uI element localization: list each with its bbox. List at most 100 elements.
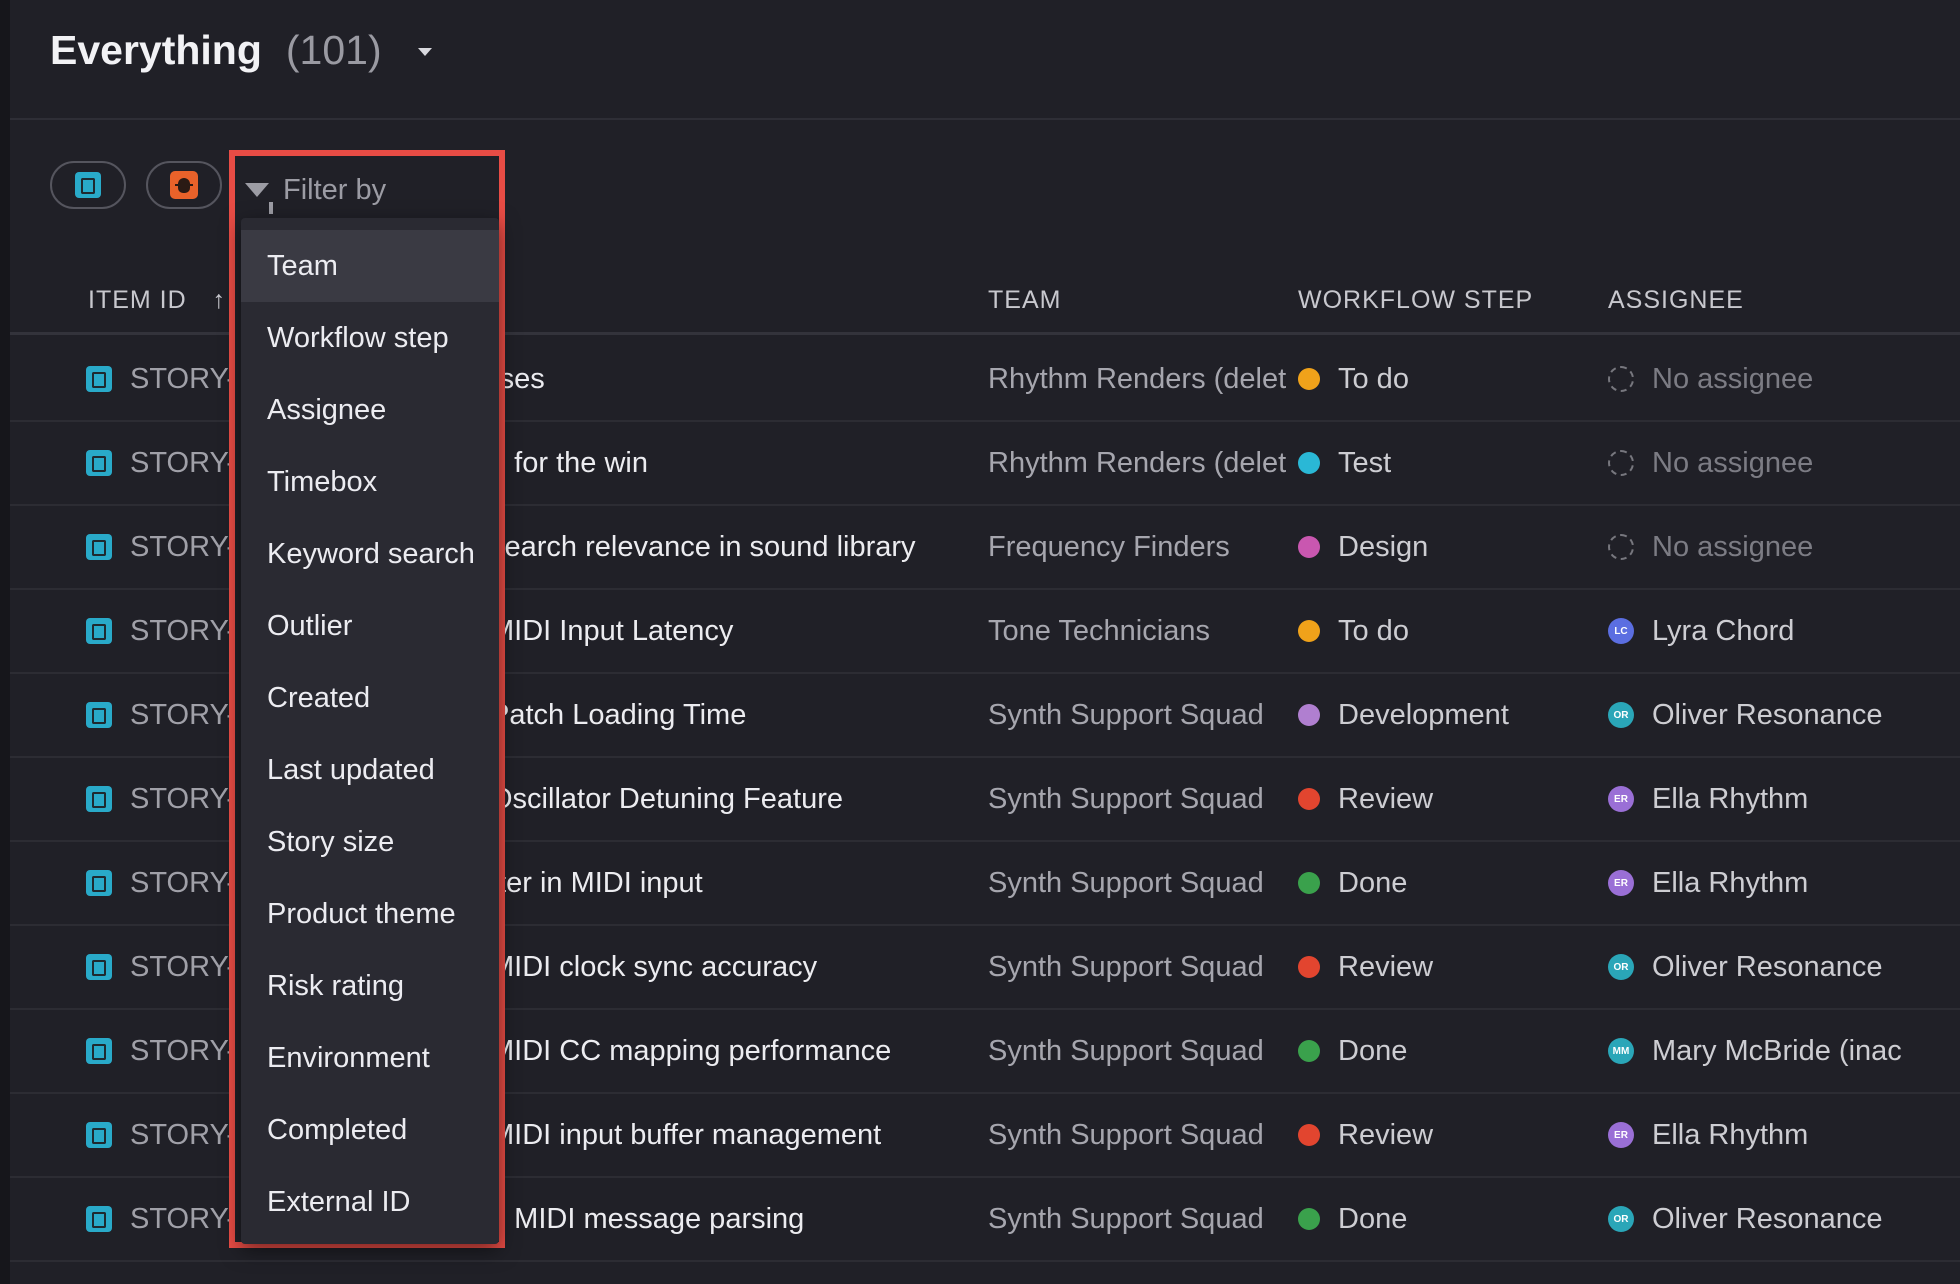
status-dot: [1298, 452, 1320, 474]
assignee-name: Oliver Resonance: [1652, 698, 1883, 731]
workflow-step-cell[interactable]: To do: [1298, 338, 1598, 420]
workflow-step-cell[interactable]: Review: [1298, 1094, 1598, 1176]
filter-menu-item[interactable]: Workflow step: [241, 302, 499, 374]
item-title[interactable]: tter in MIDI input: [490, 842, 960, 924]
assignee-cell[interactable]: No assignee: [1608, 422, 1960, 504]
assignee-cell[interactable]: MM Mary McBride (inac: [1608, 1010, 1960, 1092]
filter-menu-item[interactable]: Last updated: [241, 734, 499, 806]
page-header: Everything (101): [50, 20, 432, 80]
filter-menu-item[interactable]: Created: [241, 662, 499, 734]
status-dot: [1298, 1208, 1320, 1230]
column-header-team[interactable]: TEAM: [988, 286, 1061, 315]
workflow-step-cell[interactable]: Design: [1298, 506, 1598, 588]
item-title[interactable]: Oscillator Detuning Feature: [490, 758, 960, 840]
filter-menu-item[interactable]: Completed: [241, 1094, 499, 1166]
workflow-step-label: To do: [1338, 362, 1409, 395]
workflow-step-cell[interactable]: Review: [1298, 758, 1598, 840]
story-icon: [75, 172, 101, 198]
assignee-name: Ella Rhythm: [1652, 1118, 1809, 1151]
status-dot: [1298, 536, 1320, 558]
story-icon: [86, 1122, 112, 1148]
page-title: Everything: [50, 26, 262, 73]
filter-menu-item[interactable]: Outlier: [241, 590, 499, 662]
filter-menu-item[interactable]: Risk rating: [241, 950, 499, 1022]
column-header-item-id[interactable]: ITEM ID ↑: [88, 286, 226, 315]
column-header-assignee[interactable]: ASSIGNEE: [1608, 286, 1744, 315]
assignee-cell[interactable]: ER Ella Rhythm: [1608, 842, 1960, 924]
filter-menu-item[interactable]: Story size: [241, 806, 499, 878]
status-dot: [1298, 872, 1320, 894]
avatar: MM: [1608, 1038, 1634, 1064]
bug-icon: [170, 171, 198, 199]
story-icon: [86, 450, 112, 476]
workflow-step-cell[interactable]: Done: [1298, 842, 1598, 924]
filter-menu-item[interactable]: External ID: [241, 1166, 499, 1238]
assignee-cell[interactable]: OR Oliver Resonance: [1608, 1178, 1960, 1260]
item-title[interactable]: MIDI Input Latency: [490, 590, 960, 672]
workflow-step-cell[interactable]: Done: [1298, 1178, 1598, 1260]
avatar: LC: [1608, 618, 1634, 644]
assignee-name: Ella Rhythm: [1652, 866, 1809, 899]
item-title[interactable]: MIDI input buffer management: [490, 1094, 960, 1176]
avatar: OR: [1608, 702, 1634, 728]
assignee-cell[interactable]: OR Oliver Resonance: [1608, 926, 1960, 1008]
workflow-step-label: Done: [1338, 1202, 1408, 1235]
item-title[interactable]: MIDI clock sync accuracy: [490, 926, 960, 1008]
column-header-item-id-label: ITEM ID: [88, 286, 187, 314]
team-cell[interactable]: Rhythm Renders (delet: [988, 338, 1290, 420]
assignee-name: Ella Rhythm: [1652, 782, 1809, 815]
workflow-step-cell[interactable]: Development: [1298, 674, 1598, 756]
assignee-cell[interactable]: LC Lyra Chord: [1608, 590, 1960, 672]
team-cell[interactable]: Rhythm Renders (delet: [988, 422, 1290, 504]
team-cell[interactable]: Synth Support Squad: [988, 1010, 1290, 1092]
filter-menu-item[interactable]: Timebox: [241, 446, 499, 518]
item-title[interactable]: g for the win: [490, 422, 960, 504]
avatar: ER: [1608, 870, 1634, 896]
assignee-cell[interactable]: ER Ella Rhythm: [1608, 758, 1960, 840]
team-cell[interactable]: Synth Support Squad: [988, 842, 1290, 924]
chevron-down-icon[interactable]: [417, 48, 432, 56]
workflow-step-cell[interactable]: To do: [1298, 590, 1598, 672]
filter-menu-item[interactable]: Team: [241, 230, 499, 302]
item-count: (101): [285, 26, 382, 73]
workflow-step-cell[interactable]: Review: [1298, 926, 1598, 1008]
assignee-cell[interactable]: No assignee: [1608, 338, 1960, 420]
story-icon: [86, 786, 112, 812]
workflow-step-label: Test: [1338, 446, 1392, 479]
team-cell[interactable]: Synth Support Squad: [988, 1094, 1290, 1176]
filter-by-input[interactable]: Filter by: [245, 170, 386, 214]
workflow-step-cell[interactable]: Done: [1298, 1010, 1598, 1092]
left-nav-strip: [0, 0, 10, 1284]
workflow-step-label: Review: [1338, 950, 1434, 983]
item-title[interactable]: rses: [490, 338, 960, 420]
team-cell[interactable]: Tone Technicians: [988, 590, 1290, 672]
workflow-step-label: Review: [1338, 782, 1434, 815]
header-divider: [10, 118, 1960, 120]
item-title[interactable]: search relevance in sound library: [490, 506, 960, 588]
filter-menu-item[interactable]: Assignee: [241, 374, 499, 446]
sort-arrow-up-icon[interactable]: ↑: [213, 286, 227, 314]
status-dot: [1298, 368, 1320, 390]
team-cell[interactable]: Synth Support Squad: [988, 1178, 1290, 1260]
bug-type-filter-chip[interactable]: [146, 161, 222, 209]
workflow-step-cell[interactable]: Test: [1298, 422, 1598, 504]
column-header-workflow-step[interactable]: WORKFLOW STEP: [1298, 286, 1533, 315]
assignee-cell[interactable]: ER Ella Rhythm: [1608, 1094, 1960, 1176]
item-title[interactable]: MIDI CC mapping performance: [490, 1010, 960, 1092]
filter-menu-item[interactable]: Environment: [241, 1022, 499, 1094]
filter-menu-item[interactable]: Keyword search: [241, 518, 499, 590]
team-cell[interactable]: Synth Support Squad: [988, 758, 1290, 840]
filter-menu-item[interactable]: Product theme: [241, 878, 499, 950]
team-cell[interactable]: Frequency Finders: [988, 506, 1290, 588]
status-dot: [1298, 620, 1320, 642]
story-type-filter-chip[interactable]: [50, 161, 126, 209]
assignee-name: Lyra Chord: [1652, 614, 1795, 647]
item-title[interactable]: Patch Loading Time: [490, 674, 960, 756]
team-cell[interactable]: Synth Support Squad: [988, 674, 1290, 756]
team-cell[interactable]: Synth Support Squad: [988, 926, 1290, 1008]
status-dot: [1298, 704, 1320, 726]
assignee-cell[interactable]: No assignee: [1608, 506, 1960, 588]
assignee-cell[interactable]: OR Oliver Resonance: [1608, 674, 1960, 756]
status-dot: [1298, 1124, 1320, 1146]
item-title[interactable]: e MIDI message parsing: [490, 1178, 960, 1260]
